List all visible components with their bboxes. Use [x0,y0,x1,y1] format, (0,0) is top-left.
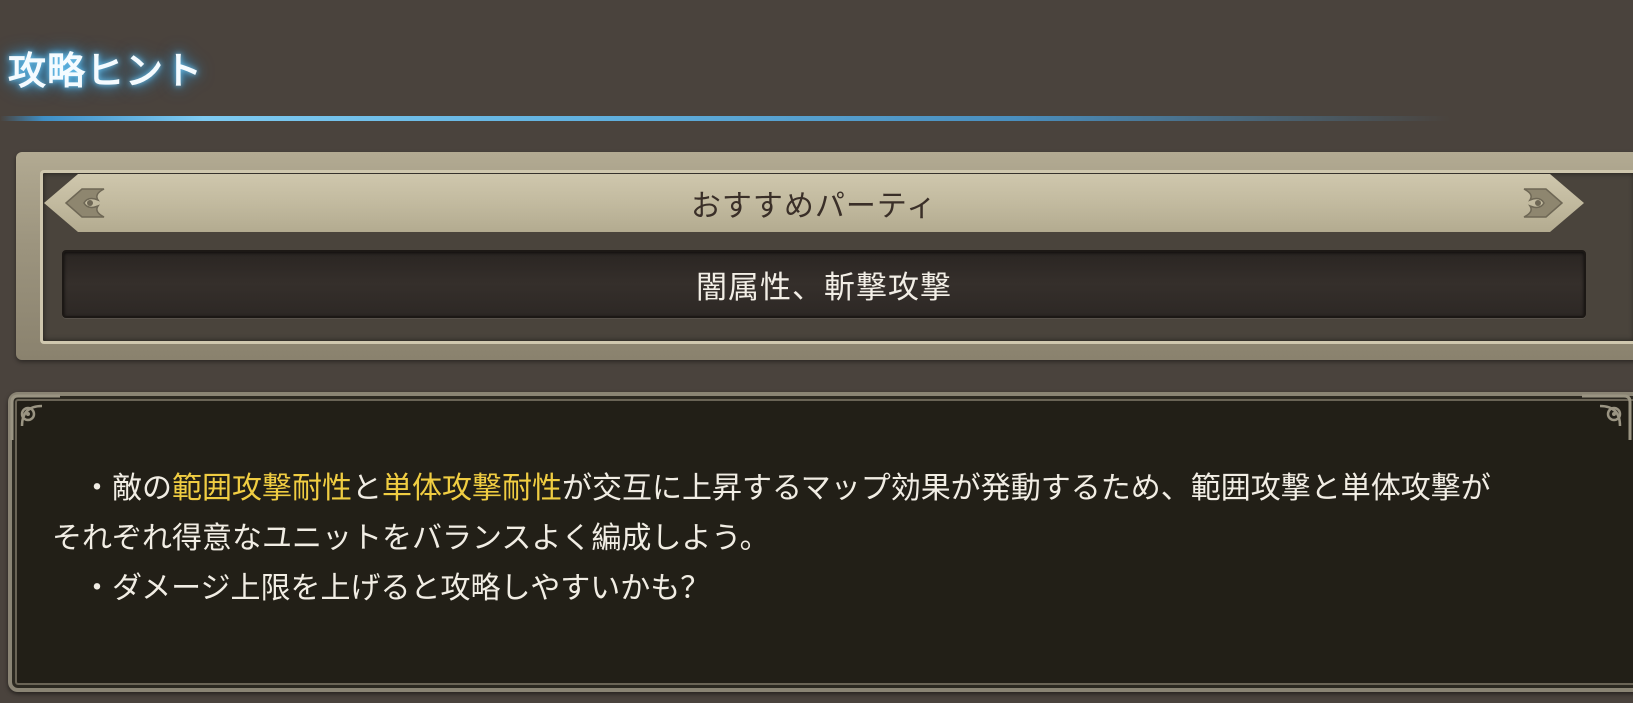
ornament-corner-icon [64,188,105,218]
section-title: 攻略ヒント [8,49,204,93]
hint-line-1: ・敵の範囲攻撃耐性と単体攻撃耐性が交互に上昇するマップ効果が発動するため、範囲攻… [52,464,1572,514]
recommended-party-label: おすすめパーティ [690,189,938,224]
hint-text: ・敵の範囲攻撃耐性と単体攻撃耐性が交互に上昇するマップ効果が発動するため、範囲攻… [52,464,1572,614]
title-divider [0,116,1450,121]
single-attack-resistance-highlight: 単体攻撃耐性 [382,471,562,506]
ornament-corner-icon [1523,188,1564,218]
scroll-ornament-icon [10,394,60,440]
hint-line-1-connector: と [352,471,382,506]
hint-line-1-prefix: ・敵の [52,471,172,506]
range-attack-resistance-highlight: 範囲攻撃耐性 [172,471,352,506]
hint-line-2: それぞれ得意なユニットをバランスよく編成しよう。 [52,521,770,556]
hint-line-1-suffix: が交互に上昇するマップ効果が発動するため、範囲攻撃と単体攻撃が [562,471,1491,506]
recommended-party-value-box: 闇属性、斬撃攻撃 [62,250,1586,318]
hint-line-3: ・ダメージ上限を上げると攻略しやすいかも？ [52,571,711,606]
recommended-party-value: 闇属性、斬撃攻撃 [696,269,952,306]
scroll-ornament-icon [1582,394,1632,440]
recommended-party-header: おすすめパーティ [44,174,1584,232]
